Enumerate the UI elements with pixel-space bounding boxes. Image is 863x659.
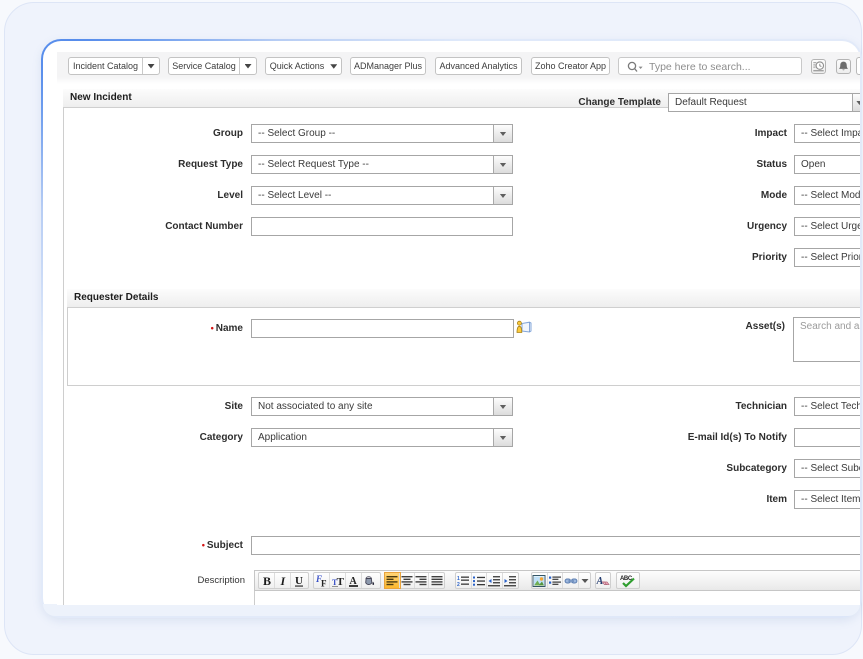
svg-text:2: 2 (457, 582, 460, 586)
svg-text:A: A (597, 576, 604, 587)
svg-text:U: U (295, 575, 303, 587)
svg-text:B: B (263, 575, 271, 587)
svg-text:F: F (321, 578, 327, 587)
svg-text:1: 1 (457, 575, 460, 581)
svg-text:I: I (279, 575, 286, 587)
svg-text:T: T (336, 576, 343, 587)
